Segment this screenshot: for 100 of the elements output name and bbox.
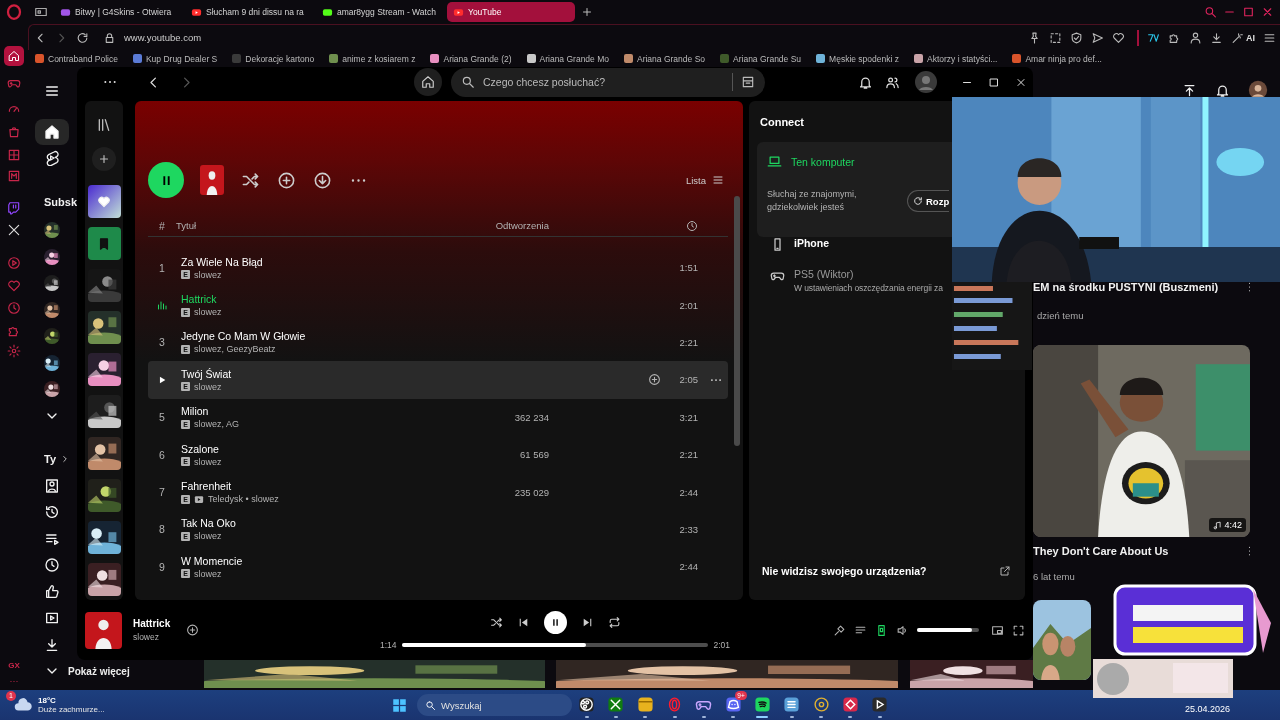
track-title[interactable]: Jedyne Co Mam W Głowie	[181, 330, 449, 343]
color-wheel-icon[interactable]	[812, 695, 830, 713]
search-icon[interactable]	[461, 75, 475, 89]
device-icon[interactable]	[875, 623, 888, 637]
ai-label[interactable]: AI	[1246, 32, 1255, 43]
plus-icon[interactable]	[97, 152, 111, 166]
heart-icon[interactable]	[1112, 30, 1125, 45]
artist-name[interactable]: slowez	[194, 456, 222, 467]
show-more-link[interactable]: Pokaż więcej	[68, 665, 130, 677]
add-icon[interactable]	[186, 623, 200, 637]
create-button[interactable]	[92, 147, 116, 171]
scrollbar[interactable]	[734, 196, 740, 446]
avatar-icon[interactable]	[914, 70, 938, 94]
section-title[interactable]: Subsk	[44, 195, 77, 208]
tabs-icon[interactable]	[34, 5, 48, 19]
bag-icon[interactable]	[7, 125, 21, 139]
browser-tab[interactable]: amar8ygg Stream - Watch	[316, 2, 444, 22]
wand-icon[interactable]	[1231, 30, 1244, 45]
gx-label[interactable]: GX	[8, 661, 20, 670]
shield-icon[interactable]	[1070, 30, 1083, 45]
track-title[interactable]: Hattrick	[133, 618, 171, 629]
date[interactable]: 25.04.2026	[1184, 704, 1230, 714]
home-icon[interactable]	[421, 75, 435, 89]
download-icon[interactable]	[1210, 30, 1223, 45]
track-title[interactable]: Za Wiele Na Błąd	[181, 255, 449, 268]
home-button[interactable]	[35, 118, 69, 145]
upload-icon[interactable]	[1182, 82, 1197, 98]
saved-episodes-tile[interactable]	[87, 227, 121, 260]
section-title[interactable]: Ty	[44, 453, 57, 466]
home-button[interactable]	[414, 68, 442, 96]
profile-icon[interactable]	[44, 477, 60, 494]
new-tab-icon[interactable]	[581, 5, 593, 19]
more-label[interactable]: ···	[9, 676, 19, 686]
profile-icon[interactable]	[1189, 30, 1202, 45]
send-icon[interactable]	[1091, 30, 1104, 45]
snapshot-icon[interactable]	[1049, 30, 1062, 45]
help-link[interactable]: Nie widzisz swojego urządzenia?	[762, 565, 927, 577]
chat-bubble-icon[interactable]	[7, 201, 21, 215]
bookmark[interactable]: Dekoracje kartono	[232, 53, 315, 64]
bookmark[interactable]: Męskie spodenki z	[816, 53, 899, 64]
shuffle-icon[interactable]	[241, 170, 260, 190]
volume-icon[interactable]	[896, 623, 909, 637]
browser-tab[interactable]: Bitwy | G4Skins - Otwiera	[54, 2, 182, 22]
refresh-icon[interactable]	[913, 196, 923, 206]
address-field[interactable]: www.youtube.com	[124, 32, 202, 43]
bookmark[interactable]: Ariana Grande Su	[720, 53, 802, 64]
artist-name[interactable]: slowez	[194, 531, 222, 542]
bell-icon[interactable]	[858, 74, 873, 90]
external-link-icon[interactable]	[999, 564, 1011, 578]
artist-name[interactable]: slowez	[194, 568, 222, 579]
weather-text[interactable]: Duże zachmurze...	[38, 705, 105, 714]
bookmark[interactable]: Contraband Police	[35, 53, 118, 64]
track-title[interactable]: W Momencie	[181, 554, 449, 567]
search-icon[interactable]	[1204, 5, 1217, 19]
bell-icon[interactable]	[1215, 82, 1230, 98]
liked-songs-tile[interactable]	[87, 185, 121, 218]
track-title[interactable]: Szalone	[181, 442, 449, 455]
volume-slider[interactable]	[917, 628, 972, 632]
settings-icon[interactable]	[7, 344, 21, 358]
library-icon[interactable]	[96, 117, 112, 133]
artist-name[interactable]: slowez	[133, 632, 171, 642]
folder-icon[interactable]	[636, 695, 654, 713]
play-icon[interactable]	[157, 374, 167, 385]
thumbs-up-icon[interactable]	[44, 583, 60, 600]
artist-name[interactable]: slowez, GeezyBeatz	[194, 344, 276, 355]
add-icon[interactable]	[277, 170, 296, 190]
progress-bar[interactable]	[401, 642, 586, 647]
bookmark[interactable]: anime z kosiarem z	[329, 53, 416, 64]
music-app-icon[interactable]	[753, 695, 771, 713]
bookmark[interactable]: Ariana Grande (2)	[430, 53, 512, 64]
fullscreen-icon[interactable]	[1012, 623, 1025, 637]
browser-logo-icon[interactable]	[5, 3, 23, 21]
artist-name[interactable]: slowez	[194, 381, 222, 392]
download-icon[interactable]	[44, 636, 60, 653]
bookmark[interactable]: Kup Drug Dealer S	[132, 53, 218, 64]
repeat-icon[interactable]	[607, 615, 621, 629]
video-title[interactable]: They Don't Care About Us	[1033, 545, 1243, 557]
bookmark[interactable]: Aktorzy i statyści...	[914, 53, 998, 64]
lock-icon[interactable]	[103, 30, 116, 45]
pause-button[interactable]	[543, 610, 567, 634]
track-title[interactable]: Fahrenheit	[181, 480, 449, 493]
cross-icon[interactable]	[7, 223, 21, 237]
track-title[interactable]: Tak Na Oko	[181, 517, 449, 530]
track-title[interactable]: Twój Świat	[181, 367, 449, 380]
shuffle-icon[interactable]	[489, 615, 503, 629]
grid-icon[interactable]	[7, 148, 21, 162]
browser-tab[interactable]: Słucham 9 dni dissu na ra	[185, 2, 313, 22]
friends-icon[interactable]	[885, 74, 900, 90]
diamond-app-icon[interactable]	[841, 695, 859, 713]
browse-icon[interactable]	[741, 75, 755, 89]
track-title[interactable]: Hattrick	[181, 293, 449, 306]
notepad-icon[interactable]	[783, 695, 801, 713]
close-icon[interactable]	[1261, 5, 1274, 19]
browser-tab[interactable]: YouTube	[447, 2, 575, 22]
add-icon[interactable]	[647, 373, 661, 387]
device-name[interactable]: iPhone	[794, 237, 829, 249]
artist-name[interactable]: Teledysk • slowez	[208, 494, 279, 505]
list-icon[interactable]	[712, 173, 724, 187]
history-icon[interactable]	[44, 504, 60, 521]
track-title[interactable]: Milion	[181, 405, 449, 418]
